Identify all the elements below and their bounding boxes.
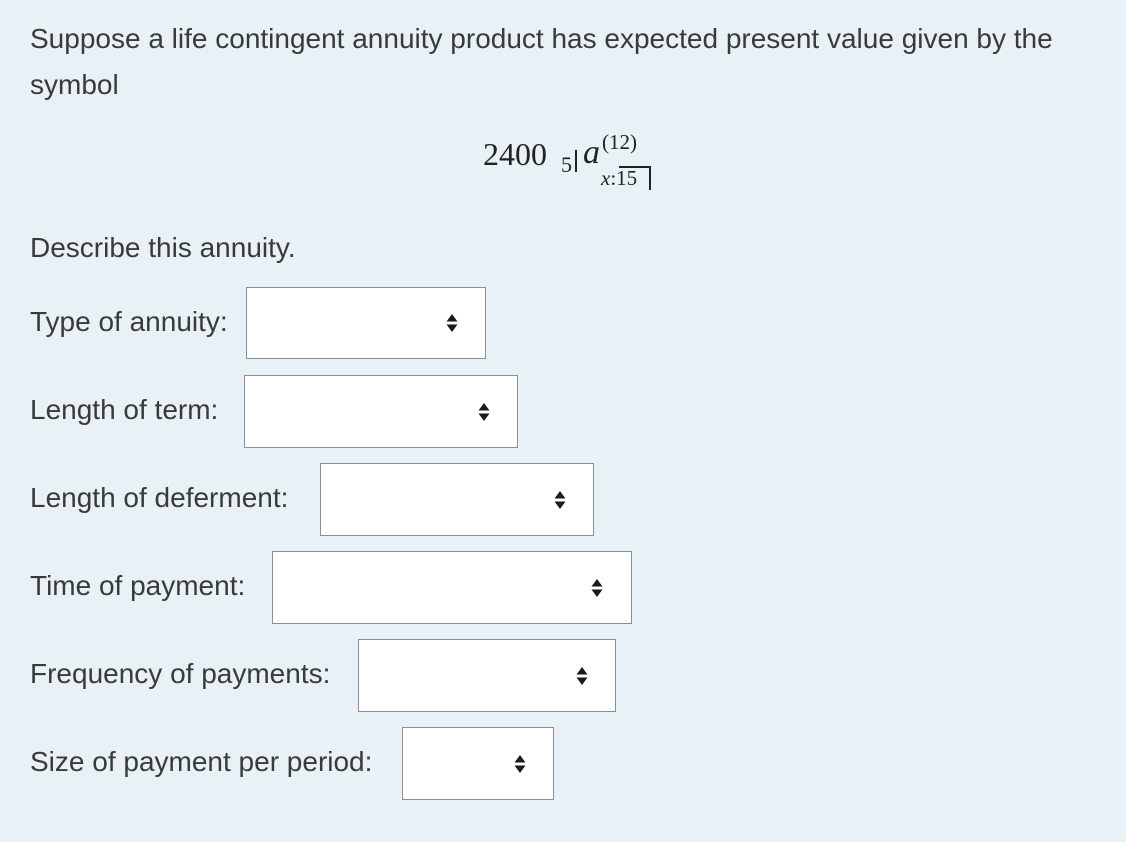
formula-superscript: (12) xyxy=(602,130,637,154)
size-of-payment-select[interactable] xyxy=(402,727,554,800)
length-of-deferment-select[interactable] xyxy=(320,463,594,536)
up-down-arrows-icon xyxy=(446,313,458,333)
frequency-of-payments-select[interactable] xyxy=(358,639,616,712)
type-of-annuity-select[interactable] xyxy=(246,287,486,359)
up-down-arrows-icon xyxy=(576,666,588,686)
time-of-payment-select[interactable] xyxy=(272,551,632,624)
up-down-arrows-icon xyxy=(478,402,490,422)
formula-deferment-bar xyxy=(575,150,577,172)
annuity-formula: 2400 5 a (12) x:15 xyxy=(483,128,663,208)
formula-deferment: 5 xyxy=(561,152,572,177)
describe-prompt: Describe this annuity. xyxy=(30,232,296,263)
formula-subscript-x: x xyxy=(601,166,611,190)
formula-angle-top xyxy=(619,166,651,168)
formula-subscript-term: 15 xyxy=(616,166,638,190)
type-of-annuity-label: Type of annuity: xyxy=(30,306,228,337)
length-of-term-label: Length of term: xyxy=(30,394,219,425)
frequency-of-payments-label: Frequency of payments: xyxy=(30,658,331,689)
length-of-deferment-label: Length of deferment: xyxy=(30,482,289,513)
up-down-arrows-icon xyxy=(514,754,526,774)
length-of-term-select[interactable] xyxy=(244,375,518,448)
formula-coefficient: 2400 xyxy=(483,136,547,172)
formula-angle-right xyxy=(649,166,651,190)
formula-subscript: x:15 xyxy=(601,166,637,191)
formula-symbol: a xyxy=(583,134,600,171)
up-down-arrows-icon xyxy=(554,490,566,510)
size-of-payment-label: Size of payment per period: xyxy=(30,746,373,777)
up-down-arrows-icon xyxy=(591,578,603,598)
time-of-payment-label: Time of payment: xyxy=(30,570,246,601)
question-intro: Suppose a life contingent annuity produc… xyxy=(30,23,1053,100)
